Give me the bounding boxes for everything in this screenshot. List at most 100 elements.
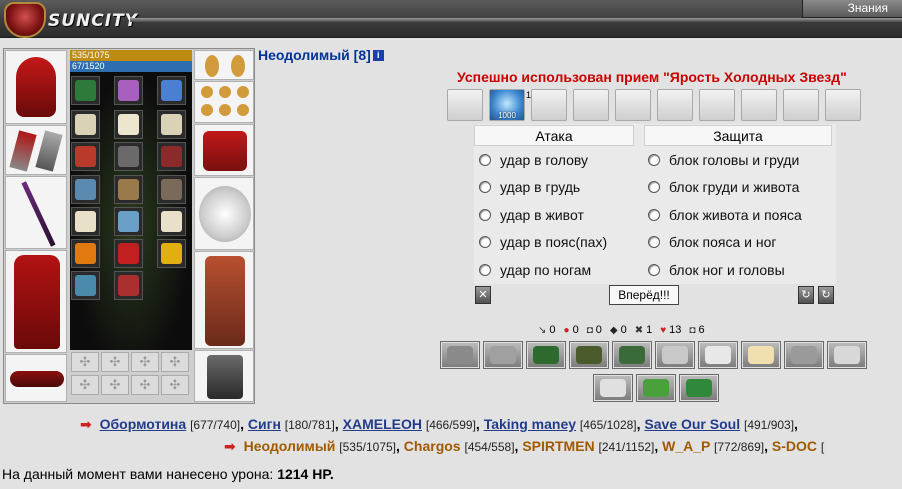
attack-option-legs[interactable]: удар по ногам xyxy=(479,258,591,282)
defense-option-legs-head[interactable]: блок ног и головы xyxy=(648,258,785,282)
attack-option-chest[interactable]: удар в грудь xyxy=(479,175,580,199)
rune-slot[interactable] xyxy=(114,76,143,105)
defense-option-head-chest[interactable]: блок головы и груди xyxy=(648,148,799,172)
cancel-x-icon[interactable]: ✕ xyxy=(475,286,491,304)
potion-slot[interactable] xyxy=(114,142,143,171)
scroll-slot[interactable] xyxy=(157,110,186,139)
item-slot[interactable] xyxy=(71,175,100,204)
empty-slot[interactable]: ✣ xyxy=(131,352,159,372)
effect-icon[interactable] xyxy=(483,341,523,369)
radio-button[interactable] xyxy=(648,236,660,248)
earring-icon xyxy=(231,55,245,77)
item-slot[interactable] xyxy=(157,175,186,204)
technique-slot[interactable] xyxy=(447,89,483,121)
shield-slot[interactable] xyxy=(194,177,254,250)
scroll-slot[interactable] xyxy=(114,110,143,139)
effect-icon[interactable] xyxy=(612,341,652,369)
empty-slot[interactable]: ✣ xyxy=(71,375,99,395)
empty-slot[interactable]: ✣ xyxy=(161,375,189,395)
technique-slot[interactable] xyxy=(615,89,651,121)
bracers-slot[interactable] xyxy=(5,125,67,175)
attack-option-groin[interactable]: удар в пояс(пах) xyxy=(479,230,607,254)
rune-slot[interactable] xyxy=(157,76,186,105)
technique-slot[interactable] xyxy=(825,89,861,121)
technique-slot[interactable] xyxy=(531,89,567,121)
effect-icon[interactable] xyxy=(655,341,695,369)
rune-slot[interactable] xyxy=(71,76,100,105)
fire-item-slot[interactable] xyxy=(71,239,100,268)
refresh-icon[interactable]: ↻ xyxy=(798,286,814,304)
team1-member[interactable]: Обормотина xyxy=(100,416,187,432)
empty-slot[interactable]: ✣ xyxy=(131,375,159,395)
team1-member[interactable]: XAMELEOH xyxy=(343,416,422,432)
radio-button[interactable] xyxy=(648,209,660,221)
radio-button[interactable] xyxy=(648,181,660,193)
effect-icon[interactable] xyxy=(679,374,719,402)
earring-slot[interactable] xyxy=(194,50,254,80)
technique-slot-active[interactable]: 1000 1 xyxy=(489,89,531,121)
team2-member[interactable]: SPIRTMEN xyxy=(522,438,594,454)
defense-option-belly-belt[interactable]: блок живота и пояса xyxy=(648,203,802,227)
team1-member[interactable]: Taking maney xyxy=(484,416,576,432)
pants-slot[interactable] xyxy=(194,251,254,349)
boots-slot[interactable] xyxy=(194,350,254,402)
technique-slot[interactable] xyxy=(783,89,819,121)
armor-slot[interactable] xyxy=(5,250,67,353)
defense-option-chest-belly[interactable]: блок груди и живота xyxy=(648,175,799,199)
effect-icon[interactable] xyxy=(593,374,633,402)
technique-slot[interactable] xyxy=(741,89,777,121)
forward-button[interactable]: Вперёд!!! xyxy=(609,285,679,305)
team1-member[interactable]: Сигн xyxy=(248,416,281,432)
knowledge-button[interactable]: Знания xyxy=(802,0,902,18)
item-slot[interactable] xyxy=(157,207,186,236)
info-icon[interactable]: i xyxy=(372,50,384,61)
item-slot[interactable] xyxy=(114,175,143,204)
effect-icon[interactable] xyxy=(784,341,824,369)
player-name[interactable]: Неодолимый [8] i xyxy=(258,47,384,63)
team2-member[interactable]: W_A_P xyxy=(662,438,710,454)
radio-button[interactable] xyxy=(479,209,491,221)
attack-option-belly[interactable]: удар в живот xyxy=(479,203,584,227)
team1-member[interactable]: Save Our Soul xyxy=(644,416,740,432)
attack-option-head[interactable]: удар в голову xyxy=(479,148,588,172)
team2-member[interactable]: S-DOC xyxy=(772,438,817,454)
effect-icon[interactable] xyxy=(741,341,781,369)
empty-slot[interactable]: ✣ xyxy=(161,352,189,372)
fire-item-slot[interactable] xyxy=(114,239,143,268)
technique-slot[interactable] xyxy=(657,89,693,121)
rings-slot[interactable] xyxy=(194,81,254,123)
fire-item-slot[interactable] xyxy=(157,239,186,268)
potion-slot[interactable] xyxy=(157,142,186,171)
refresh-icon[interactable]: ↻ xyxy=(818,286,834,304)
defense-option-belt-legs[interactable]: блок пояса и ног xyxy=(648,230,776,254)
item-slot[interactable] xyxy=(114,271,143,300)
radio-button[interactable] xyxy=(648,264,660,276)
item-slot[interactable] xyxy=(71,207,100,236)
effect-icon[interactable] xyxy=(636,374,676,402)
item-slot[interactable] xyxy=(71,271,100,300)
technique-slot[interactable] xyxy=(699,89,735,121)
gloves-slot[interactable] xyxy=(194,124,254,176)
team2-member[interactable]: Chargos xyxy=(404,438,461,454)
radio-button[interactable] xyxy=(479,236,491,248)
empty-slot[interactable]: ✣ xyxy=(71,352,99,372)
scroll-slot[interactable] xyxy=(71,110,100,139)
radio-button[interactable] xyxy=(479,181,491,193)
potion-slot[interactable] xyxy=(71,142,100,171)
technique-slot[interactable] xyxy=(573,89,609,121)
empty-slot[interactable]: ✣ xyxy=(101,352,129,372)
item-slot[interactable] xyxy=(114,207,143,236)
effect-icon[interactable] xyxy=(698,341,738,369)
effect-icon[interactable] xyxy=(827,341,867,369)
empty-slot[interactable]: ✣ xyxy=(101,375,129,395)
effect-icon[interactable] xyxy=(526,341,566,369)
belt-slot[interactable] xyxy=(5,354,67,402)
team2-member[interactable]: Неодолимый xyxy=(244,438,336,454)
radio-button[interactable] xyxy=(479,264,491,276)
helmet-slot[interactable] xyxy=(5,50,67,124)
radio-button[interactable] xyxy=(479,154,491,166)
radio-button[interactable] xyxy=(648,154,660,166)
weapon-slot[interactable] xyxy=(5,176,67,249)
effect-icon[interactable] xyxy=(440,341,480,369)
effect-icon[interactable] xyxy=(569,341,609,369)
